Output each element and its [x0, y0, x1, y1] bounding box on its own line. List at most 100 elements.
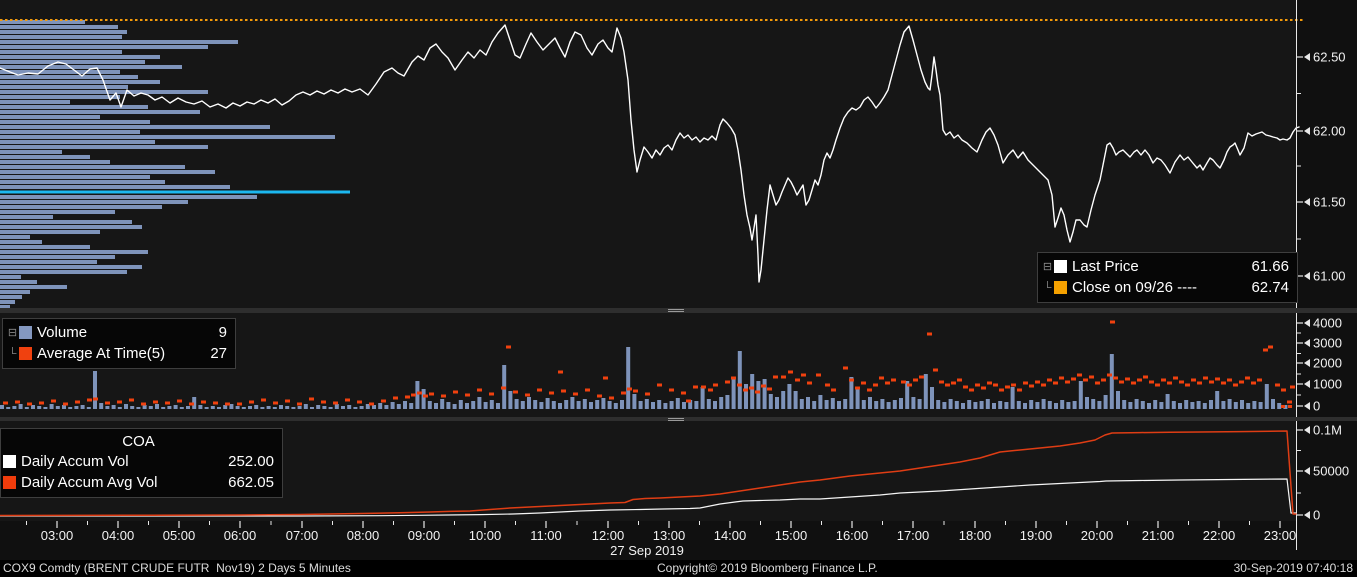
- average-at-time-dot: [405, 395, 410, 399]
- volume-axis-label: 0: [1313, 399, 1320, 414]
- volume-profile-bar: [0, 115, 100, 119]
- volume-bar: [1072, 401, 1077, 409]
- price-axis-label: 62.50: [1313, 50, 1346, 65]
- average-at-time-dot: [333, 401, 338, 405]
- legend-row-close[interactable]: └ Close on 09/26 ---- 62.74: [1041, 277, 1289, 298]
- legend-row-daily-accum-avg-vol[interactable]: Daily Accum Avg Vol 662.05: [3, 472, 274, 493]
- volume-bar: [787, 384, 792, 409]
- legend-row-average-at-time[interactable]: └ Average At Time(5) 27: [6, 343, 227, 364]
- volume-bar: [1240, 400, 1244, 409]
- volume-bar: [750, 374, 755, 409]
- legend-row-daily-accum-vol[interactable]: Daily Accum Vol 252.00: [3, 451, 274, 472]
- volume-profile-bar: [0, 255, 115, 259]
- volume-bar: [663, 403, 668, 409]
- average-at-time-dot: [465, 393, 470, 397]
- average-at-time-dot: [1059, 376, 1064, 380]
- price-legend[interactable]: ⊟ Last Price 61.66 └ Close on 09/26 ----…: [1037, 252, 1298, 303]
- average-at-time-dot: [1089, 375, 1094, 379]
- accum-axis-label: 0.1M: [1313, 423, 1342, 438]
- volume-bar: [241, 407, 246, 409]
- volume-profile-bar: [0, 120, 150, 124]
- legend-row-last-price[interactable]: ⊟ Last Price 61.66: [1041, 256, 1289, 277]
- average-at-time-dot: [1227, 378, 1232, 382]
- volume-profile-bar: [0, 300, 15, 304]
- average-at-time-dot: [849, 378, 854, 382]
- volume-bar: [706, 399, 711, 409]
- volume-bar: [334, 404, 339, 409]
- average-at-time-dot: [807, 381, 812, 385]
- average-at-time-dot: [1233, 383, 1238, 387]
- close-swatch-icon: [1054, 281, 1067, 294]
- volume-profile-bar: [0, 185, 230, 189]
- volume-bar: [651, 402, 655, 409]
- volume-bar: [86, 407, 91, 409]
- volume-bar: [793, 391, 798, 409]
- average-at-time-dot: [237, 402, 242, 406]
- volume-bar: [1196, 401, 1201, 409]
- volume-bar: [223, 405, 228, 409]
- accum-legend[interactable]: COA Daily Accum Vol 252.00 Daily Accum A…: [0, 428, 283, 498]
- volume-bar: [1165, 394, 1170, 409]
- tree-expander-icon[interactable]: ⊟: [1041, 260, 1054, 273]
- average-at-time-dot: [285, 399, 290, 403]
- time-axis-label: 15:00: [775, 528, 808, 543]
- accum-axis-label: 50000: [1313, 464, 1349, 479]
- volume-profile-bar: [0, 210, 115, 214]
- volume-profile-bar: [0, 45, 208, 49]
- average-at-time-dot: [393, 396, 398, 400]
- average-at-time-dot: [701, 385, 706, 389]
- volume-bar: [1209, 400, 1213, 409]
- time-axis-label: 14:00: [714, 528, 747, 543]
- average-at-time-label: Average At Time(5): [37, 345, 166, 362]
- axis-tick-arrow-icon: [1304, 198, 1310, 206]
- average-at-time-dot: [945, 383, 950, 387]
- volume-legend[interactable]: ⊟ Volume 9 └ Average At Time(5) 27: [2, 318, 236, 369]
- status-bar: COX9 Comdty (BRENT CRUDE FUTR Nov19) 2 D…: [0, 560, 1357, 577]
- average-at-time-dot: [129, 398, 134, 402]
- volume-bar: [6, 407, 11, 409]
- volume-bar: [520, 401, 525, 409]
- volume-bar: [291, 407, 296, 409]
- average-at-time-dot: [1110, 320, 1115, 324]
- average-at-time-swatch-icon: [19, 347, 32, 360]
- average-at-time-dot: [63, 402, 68, 406]
- volume-bar: [12, 406, 17, 409]
- volume-bar: [266, 406, 271, 409]
- volume-bar: [880, 399, 885, 409]
- legend-row-volume[interactable]: ⊟ Volume 9: [6, 322, 227, 343]
- volume-bar: [372, 405, 376, 409]
- current-value-marker: [1288, 405, 1292, 408]
- average-at-time-dot: [669, 388, 674, 392]
- time-axis-label: 04:00: [102, 528, 135, 543]
- tree-branch-icon: └: [8, 347, 17, 360]
- volume-profile-bar: [0, 275, 21, 279]
- volume-bar: [570, 397, 575, 409]
- volume-bar: [136, 407, 141, 409]
- volume-bar: [719, 397, 724, 409]
- volume-bar: [713, 401, 717, 409]
- average-at-time-dot: [609, 396, 614, 400]
- average-at-time-dot: [51, 399, 56, 403]
- volume-bar: [992, 403, 996, 409]
- volume-bar: [1153, 400, 1158, 409]
- volume-bar: [204, 407, 209, 409]
- average-at-time-dot: [1221, 381, 1226, 385]
- volume-bar: [384, 405, 389, 409]
- volume-profile-bar: [0, 40, 238, 44]
- volume-bar: [260, 407, 265, 409]
- tree-expander-icon[interactable]: ⊟: [6, 326, 19, 339]
- average-at-time-dot: [1011, 383, 1016, 387]
- volume-bar: [874, 401, 879, 409]
- volume-bar: [682, 402, 686, 409]
- volume-bar: [316, 405, 321, 409]
- average-at-time-dot: [1065, 380, 1070, 384]
- volume-profile-bar: [0, 145, 208, 149]
- volume-bar: [551, 401, 556, 409]
- volume-bar: [124, 404, 128, 409]
- volume-bar: [1085, 397, 1089, 409]
- average-at-time-dot: [558, 370, 563, 374]
- average-at-time-dot: [969, 388, 974, 392]
- volume-bar: [1202, 403, 1207, 409]
- volume-profile-bar: [0, 105, 148, 109]
- average-at-time-dot: [1287, 400, 1292, 404]
